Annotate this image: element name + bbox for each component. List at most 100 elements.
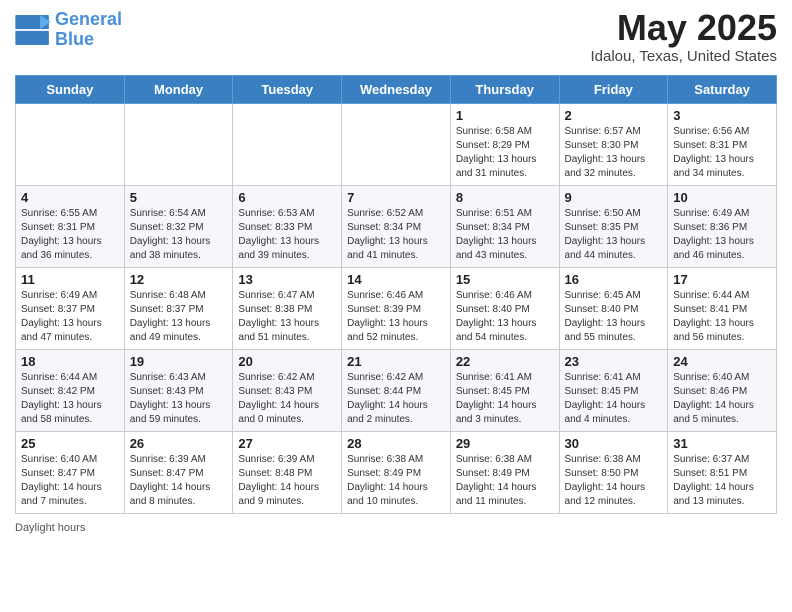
day-info: Sunrise: 6:42 AM Sunset: 8:43 PM Dayligh… (238, 371, 336, 427)
day-number: 31 (673, 436, 771, 451)
day-number: 1 (456, 108, 554, 123)
calendar-cell: 27Sunrise: 6:39 AM Sunset: 8:48 PM Dayli… (233, 432, 342, 514)
day-info: Sunrise: 6:40 AM Sunset: 8:46 PM Dayligh… (673, 371, 771, 427)
calendar-cell: 1 Sunrise: 6:58 AM Sunset: 8:29 PM Daylig… (450, 104, 559, 186)
calendar-cell: 12Sunrise: 6:48 AM Sunset: 8:37 PM Dayli… (124, 268, 233, 350)
header-wednesday: Wednesday (342, 76, 451, 104)
calendar-header: Sunday Monday Tuesday Wednesday Thursday… (16, 76, 777, 104)
day-number: 3 (673, 108, 771, 123)
day-info: Sunrise: 6:46 AM Sunset: 8:39 PM Dayligh… (347, 289, 445, 345)
day-number: 19 (130, 354, 228, 369)
day-info: Sunrise: 6:41 AM Sunset: 8:45 PM Dayligh… (565, 371, 663, 427)
day-number: 11 (21, 272, 119, 287)
day-info: Sunrise: 6:49 AM Sunset: 8:37 PM Dayligh… (21, 289, 119, 345)
calendar-cell: 14 Sunrise: 6:46 AM Sunset: 8:39 PM Dayli… (342, 268, 451, 350)
day-info: Sunrise: 6:43 AM Sunset: 8:43 PM Dayligh… (130, 371, 228, 427)
day-number: 6 (238, 190, 336, 205)
day-number: 5 (130, 190, 228, 205)
calendar-cell: 22Sunrise: 6:41 AM Sunset: 8:45 PM Dayli… (450, 350, 559, 432)
calendar-cell: 15 Sunrise: 6:46 AM Sunset: 8:40 PM Dayli… (450, 268, 559, 350)
day-number: 18 (21, 354, 119, 369)
day-info: Sunrise: 6:38 AM Sunset: 8:49 PM Dayligh… (456, 453, 554, 509)
day-number: 30 (565, 436, 663, 451)
calendar-week-1: 1 Sunrise: 6:58 AM Sunset: 8:29 PM Daylig… (16, 104, 777, 186)
logo-icon (15, 15, 51, 45)
calendar-cell: 16Sunrise: 6:45 AM Sunset: 8:40 PM Dayli… (559, 268, 668, 350)
header-tuesday: Tuesday (233, 76, 342, 104)
day-info: Sunrise: 6:41 AM Sunset: 8:45 PM Dayligh… (456, 371, 554, 427)
calendar-cell: 3 Sunrise: 6:56 AM Sunset: 8:31 PM Daylig… (668, 104, 777, 186)
calendar-cell: 28Sunrise: 6:38 AM Sunset: 8:49 PM Dayli… (342, 432, 451, 514)
calendar-week-3: 11 Sunrise: 6:49 AM Sunset: 8:37 PM Dayli… (16, 268, 777, 350)
day-info: Sunrise: 6:37 AM Sunset: 8:51 PM Dayligh… (673, 453, 771, 509)
logo-line1: General (55, 9, 122, 29)
day-number: 9 (565, 190, 663, 205)
calendar-week-5: 25Sunrise: 6:40 AM Sunset: 8:47 PM Dayli… (16, 432, 777, 514)
day-info: Sunrise: 6:54 AM Sunset: 8:32 PM Dayligh… (130, 207, 228, 263)
day-info: Sunrise: 6:53 AM Sunset: 8:33 PM Dayligh… (238, 207, 336, 263)
calendar-cell: 20 Sunrise: 6:42 AM Sunset: 8:43 PM Dayli… (233, 350, 342, 432)
calendar-cell: 23 Sunrise: 6:41 AM Sunset: 8:45 PM Dayli… (559, 350, 668, 432)
logo-text: General Blue (55, 10, 122, 50)
day-header-row: Sunday Monday Tuesday Wednesday Thursday… (16, 76, 777, 104)
calendar-cell (124, 104, 233, 186)
day-number: 15 (456, 272, 554, 287)
day-number: 14 (347, 272, 445, 287)
header-sunday: Sunday (16, 76, 125, 104)
calendar-cell: 10 Sunrise: 6:49 AM Sunset: 8:36 PM Dayli… (668, 186, 777, 268)
day-number: 21 (347, 354, 445, 369)
calendar-cell: 17 Sunrise: 6:44 AM Sunset: 8:41 PM Dayli… (668, 268, 777, 350)
calendar-week-4: 18 Sunrise: 6:44 AM Sunset: 8:42 PM Dayli… (16, 350, 777, 432)
day-info: Sunrise: 6:49 AM Sunset: 8:36 PM Dayligh… (673, 207, 771, 263)
day-info: Sunrise: 6:38 AM Sunset: 8:50 PM Dayligh… (565, 453, 663, 509)
calendar-week-2: 4 Sunrise: 6:55 AM Sunset: 8:31 PM Daylig… (16, 186, 777, 268)
day-number: 2 (565, 108, 663, 123)
calendar-cell: 19 Sunrise: 6:43 AM Sunset: 8:43 PM Dayli… (124, 350, 233, 432)
day-info: Sunrise: 6:57 AM Sunset: 8:30 PM Dayligh… (565, 125, 663, 181)
day-number: 10 (673, 190, 771, 205)
calendar-cell: 9 Sunrise: 6:50 AM Sunset: 8:35 PM Daylig… (559, 186, 668, 268)
day-info: Sunrise: 6:39 AM Sunset: 8:47 PM Dayligh… (130, 453, 228, 509)
calendar-cell: 4 Sunrise: 6:55 AM Sunset: 8:31 PM Daylig… (16, 186, 125, 268)
calendar-cell: 7Sunrise: 6:52 AM Sunset: 8:34 PM Daylig… (342, 186, 451, 268)
day-info: Sunrise: 6:48 AM Sunset: 8:37 PM Dayligh… (130, 289, 228, 345)
day-number: 23 (565, 354, 663, 369)
calendar-cell: 6 Sunrise: 6:53 AM Sunset: 8:33 PM Daylig… (233, 186, 342, 268)
day-info: Sunrise: 6:51 AM Sunset: 8:34 PM Dayligh… (456, 207, 554, 263)
page-header: General Blue May 2025 Idalou, Texas, Uni… (15, 10, 777, 65)
calendar-cell: 30 Sunrise: 6:38 AM Sunset: 8:50 PM Dayli… (559, 432, 668, 514)
calendar-body: 1 Sunrise: 6:58 AM Sunset: 8:29 PM Daylig… (16, 104, 777, 514)
calendar-cell: 21 Sunrise: 6:42 AM Sunset: 8:44 PM Dayli… (342, 350, 451, 432)
day-number: 17 (673, 272, 771, 287)
day-info: Sunrise: 6:50 AM Sunset: 8:35 PM Dayligh… (565, 207, 663, 263)
footer-label: Daylight hours (15, 522, 85, 534)
day-info: Sunrise: 6:40 AM Sunset: 8:47 PM Dayligh… (21, 453, 119, 509)
location: Idalou, Texas, United States (590, 48, 777, 65)
calendar-cell: 2 Sunrise: 6:57 AM Sunset: 8:30 PM Daylig… (559, 104, 668, 186)
day-info: Sunrise: 6:58 AM Sunset: 8:29 PM Dayligh… (456, 125, 554, 181)
calendar-cell: 11 Sunrise: 6:49 AM Sunset: 8:37 PM Dayli… (16, 268, 125, 350)
calendar-cell: 24 Sunrise: 6:40 AM Sunset: 8:46 PM Dayli… (668, 350, 777, 432)
day-info: Sunrise: 6:44 AM Sunset: 8:42 PM Dayligh… (21, 371, 119, 427)
day-info: Sunrise: 6:55 AM Sunset: 8:31 PM Dayligh… (21, 207, 119, 263)
day-info: Sunrise: 6:56 AM Sunset: 8:31 PM Dayligh… (673, 125, 771, 181)
calendar-cell: 29 Sunrise: 6:38 AM Sunset: 8:49 PM Dayli… (450, 432, 559, 514)
title-block: May 2025 Idalou, Texas, United States (590, 10, 777, 65)
calendar-cell: 18 Sunrise: 6:44 AM Sunset: 8:42 PM Dayli… (16, 350, 125, 432)
calendar-cell (233, 104, 342, 186)
calendar-cell (16, 104, 125, 186)
day-info: Sunrise: 6:42 AM Sunset: 8:44 PM Dayligh… (347, 371, 445, 427)
day-number: 28 (347, 436, 445, 451)
day-info: Sunrise: 6:47 AM Sunset: 8:38 PM Dayligh… (238, 289, 336, 345)
footer: Daylight hours (15, 522, 777, 534)
day-number: 27 (238, 436, 336, 451)
day-number: 24 (673, 354, 771, 369)
day-info: Sunrise: 6:46 AM Sunset: 8:40 PM Dayligh… (456, 289, 554, 345)
day-number: 4 (21, 190, 119, 205)
calendar-cell: 5 Sunrise: 6:54 AM Sunset: 8:32 PM Daylig… (124, 186, 233, 268)
day-number: 29 (456, 436, 554, 451)
day-number: 13 (238, 272, 336, 287)
day-number: 20 (238, 354, 336, 369)
day-number: 26 (130, 436, 228, 451)
day-info: Sunrise: 6:44 AM Sunset: 8:41 PM Dayligh… (673, 289, 771, 345)
